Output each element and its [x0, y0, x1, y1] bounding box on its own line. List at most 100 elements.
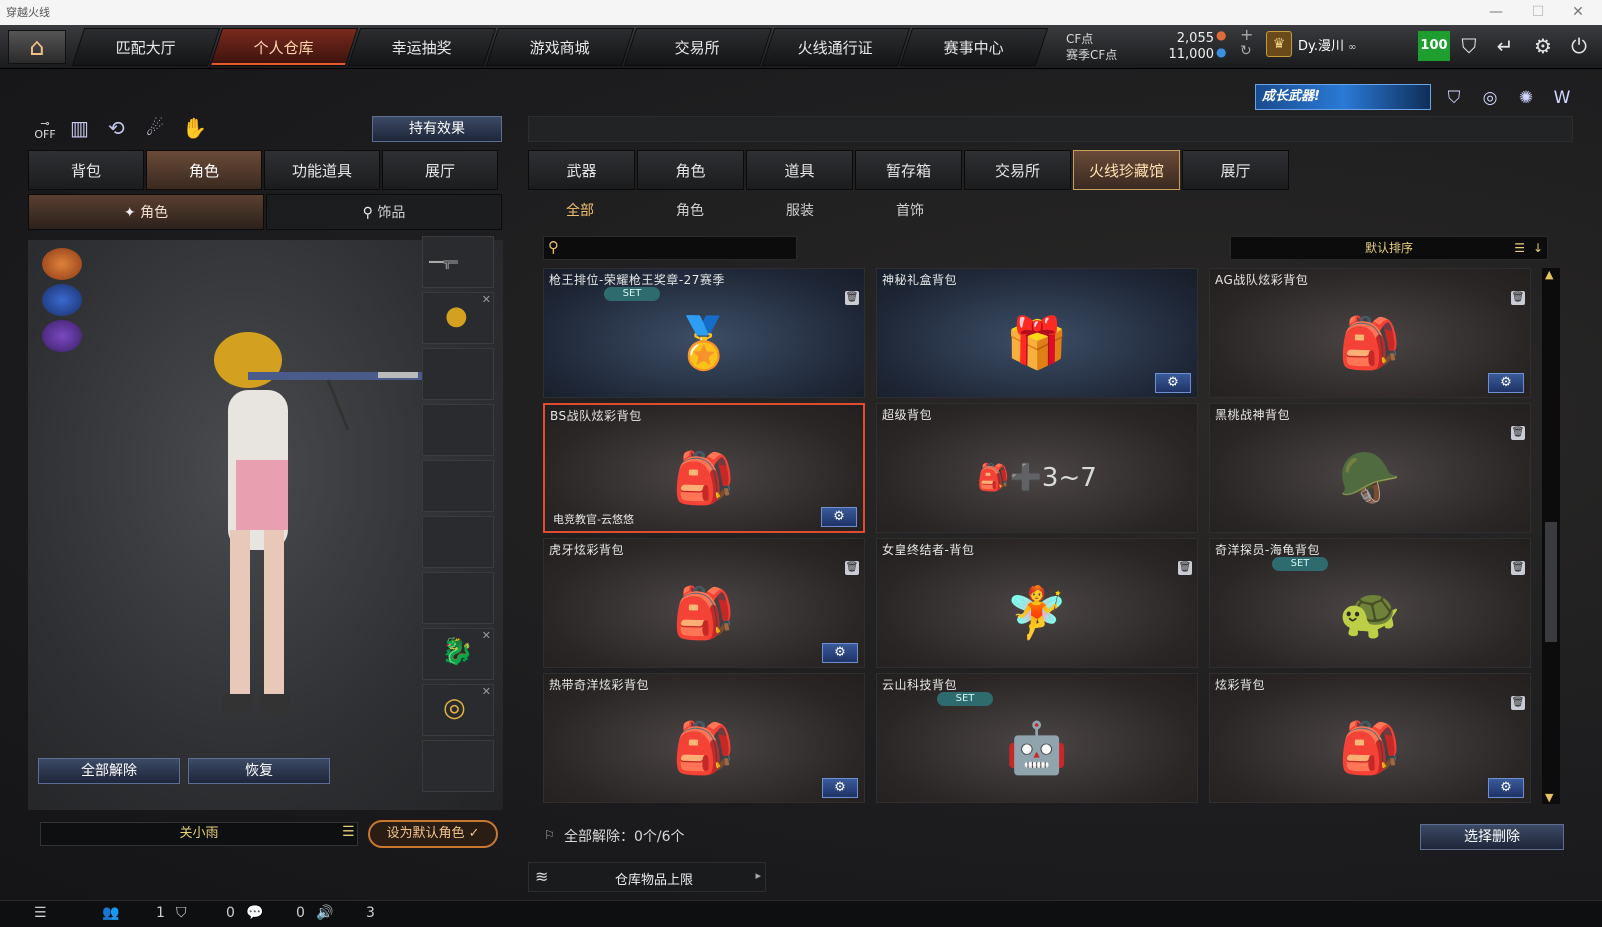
item-card[interactable]: 超级背包 🎒➕3~7 [876, 403, 1198, 533]
trash-icon[interactable]: 🗑 [845, 561, 859, 575]
nav-tab-6[interactable]: 赛事中心 [899, 28, 1049, 66]
return-icon[interactable]: ↵ [1492, 33, 1518, 59]
minimize-icon[interactable]: — [1476, 0, 1516, 25]
globe-icon[interactable]: ◎ [1478, 86, 1502, 110]
slot-pet[interactable]: ✕ 🐉 [422, 628, 494, 680]
right-tab-1[interactable]: 角色 [637, 150, 744, 190]
rotate-icon[interactable]: ⟲ [108, 116, 125, 140]
item-card[interactable]: BS战队炫彩背包 ⚙ 电竞教官-云悠悠 🎒 [543, 403, 865, 533]
set-default-character-button[interactable]: 设为默认角色 ✓ [368, 820, 498, 848]
remove-icon[interactable]: ✕ [482, 629, 491, 642]
item-card[interactable]: 神秘礼盒背包 ⚙ 🎁 [876, 268, 1198, 398]
left-tab-0[interactable]: 背包 [28, 150, 144, 190]
remove-icon[interactable]: ✕ [482, 685, 491, 698]
slot-ring[interactable]: ✕ ◎ [422, 684, 494, 736]
vip-w-icon[interactable]: W [1550, 86, 1574, 110]
nav-tab-0[interactable]: 匹配大厅 [71, 28, 221, 66]
close-icon[interactable]: ✕ [1558, 0, 1598, 25]
item-scrollbar[interactable]: ▲ ▼ [1542, 268, 1560, 804]
item-card[interactable]: 女皇终结者-背包 🗑 🧚 [876, 538, 1198, 668]
trash-icon[interactable]: 🗑 [1511, 696, 1525, 710]
slot-weapon[interactable]: ━━╦═ [422, 236, 494, 288]
remove-icon[interactable]: ✕ [482, 293, 491, 306]
right-tab-3[interactable]: 暂存箱 [855, 150, 962, 190]
power-icon[interactable]: ⏻ [1566, 33, 1592, 59]
right-tab-0[interactable]: 武器 [528, 150, 635, 190]
sort-direction-icon[interactable]: ↓ [1533, 237, 1543, 259]
trash-icon[interactable]: 🗑 [1511, 561, 1525, 575]
nav-tab-5[interactable]: 火线通行证 [761, 28, 911, 66]
left-tab-1[interactable]: 角色 [146, 150, 262, 190]
left-tab-3[interactable]: 展厅 [382, 150, 498, 190]
item-settings-gear-icon[interactable]: ⚙ [1488, 778, 1524, 798]
badge-v-icon[interactable]: ⛉ [1442, 86, 1466, 110]
item-settings-gear-icon[interactable]: ⚙ [822, 778, 858, 798]
filter-2[interactable]: 服装 [760, 200, 840, 220]
item-card[interactable]: 黑桃战神背包 🗑 🪖 [1209, 403, 1531, 533]
item-card[interactable]: 奇洋探员-海龟背包 SET 🗑 🐢 [1209, 538, 1531, 668]
trash-icon[interactable]: 🗑 [1511, 426, 1525, 440]
item-card[interactable]: 炫彩背包 🗑 ⚙ 🎒 [1209, 673, 1531, 803]
item-card[interactable]: 虎牙炫彩背包 🗑 ⚙ 🎒 [543, 538, 865, 668]
item-settings-gear-icon[interactable]: ⚙ [1155, 373, 1191, 393]
effect-button[interactable]: 持有效果 [372, 116, 502, 142]
scroll-thumb[interactable] [1545, 522, 1557, 642]
nav-tab-3[interactable]: 游戏商城 [485, 28, 635, 66]
pose-icon[interactable]: ☄ [146, 116, 164, 140]
user-name[interactable]: Dy.漫川 ∞ [1298, 35, 1356, 54]
slot-body[interactable] [422, 516, 494, 568]
maximize-icon[interactable]: ☐ [1518, 0, 1558, 25]
home-button[interactable]: ⌂ [8, 30, 66, 64]
growth-weapon-banner[interactable]: 成长武器! [1255, 84, 1431, 110]
right-tab-5[interactable]: 火线珍藏馆 [1073, 150, 1180, 190]
sort-dropdown[interactable]: 默认排序 ☰ ↓ [1230, 236, 1548, 260]
slot-bracelet[interactable] [422, 740, 494, 792]
list-menu-icon[interactable]: ☰ [342, 824, 355, 840]
menu-list-icon[interactable]: ☰ [34, 905, 47, 921]
item-card[interactable]: 热带奇洋炫彩背包 ⚙ 🎒 [543, 673, 865, 803]
character-name-field[interactable]: 关小雨 [40, 822, 358, 846]
item-settings-gear-icon[interactable]: ⚙ [821, 507, 857, 527]
rail-fire-icon[interactable] [42, 248, 82, 280]
right-tab-6[interactable]: 展厅 [1182, 150, 1289, 190]
toggle-off-icon[interactable]: ⊸ OFF [32, 118, 58, 142]
slot-head[interactable]: ✕ ● [422, 292, 494, 344]
slot-pants[interactable] [422, 572, 494, 624]
nav-tab-1[interactable]: 个人仓库 [209, 28, 359, 66]
nav-tab-4[interactable]: 交易所 [623, 28, 773, 66]
rail-mask-icon[interactable] [42, 284, 82, 316]
settings-gear-icon[interactable]: ⚙ [1530, 33, 1556, 59]
chart-bars-icon[interactable]: ▥ [70, 116, 89, 140]
refresh-icon[interactable]: ↻ [1240, 43, 1252, 59]
search-input[interactable]: ⚲ [543, 236, 797, 260]
item-settings-gear-icon[interactable]: ⚙ [822, 643, 858, 663]
right-tab-2[interactable]: 道具 [746, 150, 853, 190]
release-all-button[interactable]: 全部解除 [38, 758, 180, 784]
slot-vest[interactable] [422, 404, 494, 456]
list-view-icon[interactable]: ☰ [1514, 237, 1525, 259]
add-points-icon[interactable]: + [1240, 25, 1253, 44]
slot-backpack[interactable] [422, 460, 494, 512]
chat-bubble-icon[interactable]: 💬 [246, 905, 263, 921]
volume-icon[interactable]: 🔊 [316, 905, 333, 921]
friends-icon[interactable]: 👥 [102, 905, 119, 921]
item-settings-gear-icon[interactable]: ⚙ [1488, 373, 1524, 393]
scroll-down-icon[interactable]: ▼ [1545, 791, 1553, 804]
item-card[interactable]: AG战队炫彩背包 🗑 ⚙ 🎒 [1209, 268, 1531, 398]
restore-button[interactable]: 恢复 [188, 758, 330, 784]
item-card[interactable]: 枪王排位-荣耀枪王奖章-27赛季 SET 🗑 🏅 [543, 268, 865, 398]
subtab-accessories[interactable]: ⚲ 饰品 [266, 194, 502, 230]
spark-icon[interactable]: ✺ [1514, 86, 1538, 110]
filter-0[interactable]: 全部 [540, 200, 620, 220]
item-card[interactable]: 云山科技背包 SET 🤖 [876, 673, 1198, 803]
clan-shield-icon[interactable]: ⛉ [176, 905, 187, 921]
trash-icon[interactable]: 🗑 [845, 291, 859, 305]
nav-tab-2[interactable]: 幸运抽奖 [347, 28, 497, 66]
trash-icon[interactable]: 🗑 [1178, 561, 1192, 575]
filter-3[interactable]: 首饰 [870, 200, 950, 220]
hand-icon[interactable]: ✋ [182, 116, 207, 140]
trash-icon[interactable]: 🗑 [1511, 291, 1525, 305]
shield-icon[interactable]: ⛉ [1456, 33, 1482, 59]
subtab-character[interactable]: ✦ 角色 [28, 194, 264, 230]
scroll-up-icon[interactable]: ▲ [1545, 268, 1553, 281]
